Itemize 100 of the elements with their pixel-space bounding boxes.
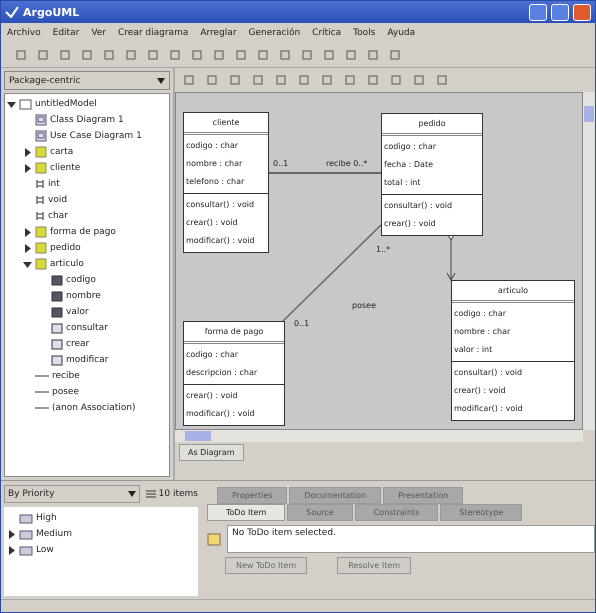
todo-description: No ToDo item selected. (227, 525, 595, 553)
tree-item[interactable]: forma de pago (50, 227, 116, 237)
menu-item[interactable]: Ver (91, 28, 106, 38)
attribute-text: total : int (384, 177, 422, 189)
expander-icon[interactable] (23, 244, 32, 252)
operation-text: consultar() : void (454, 367, 524, 379)
tree-item[interactable]: char (48, 211, 68, 221)
app-logo-icon (5, 6, 19, 18)
menu-item[interactable]: Arreglar (200, 28, 237, 38)
tree-item[interactable]: void (48, 195, 68, 205)
priority-group[interactable]: Low (36, 545, 54, 555)
class-box[interactable]: pedido codigo : char fecha : Date total : int consultar() : void crear() : void (381, 113, 483, 236)
tree-item[interactable]: articulo (50, 259, 84, 269)
attribute-text: codigo : char (186, 349, 240, 361)
class-name: forma de pago (184, 322, 284, 344)
horizontal-scrollbar[interactable] (175, 430, 583, 442)
class-box[interactable]: cliente codigo : char nombre : char telefono : char consultar() : void crear() : void modificar() : void (183, 112, 269, 253)
window-title: ArgoUML (23, 6, 80, 18)
operation-text: consultar() : void (186, 199, 256, 211)
expander-icon[interactable] (23, 260, 32, 268)
expander-icon[interactable] (23, 164, 32, 172)
diagram-tab[interactable]: As Diagram (179, 444, 244, 461)
line-icon (35, 374, 49, 378)
tree-item[interactable]: codigo (66, 275, 96, 285)
menu-item[interactable]: Archivo (7, 28, 41, 38)
tree-item[interactable]: crear (66, 339, 90, 349)
tree-item[interactable]: recibe (52, 371, 80, 381)
caret-icon (157, 78, 165, 84)
member-icon (51, 274, 63, 286)
attribute-text: codigo : char (186, 140, 240, 152)
menu-item[interactable]: Editar (52, 28, 80, 38)
list-icon (146, 489, 156, 499)
attribute-text: valor : int (454, 344, 494, 356)
todo-button[interactable]: New ToDo Item (225, 557, 308, 574)
association-label: recibe 0..* (326, 159, 368, 168)
expander-icon[interactable] (23, 148, 32, 156)
member-icon (51, 306, 63, 318)
caret-icon (128, 491, 136, 497)
close-button[interactable] (573, 4, 591, 20)
menu-item[interactable]: Ayuda (387, 28, 416, 38)
tree-item[interactable]: consultar (66, 323, 108, 333)
expander-icon[interactable] (7, 100, 16, 108)
line-icon (35, 406, 49, 410)
tree-item[interactable]: modificar (66, 355, 108, 365)
priority-group[interactable]: High (36, 513, 57, 523)
operation-text: crear() : void (384, 218, 437, 230)
association-label: posee (352, 301, 376, 310)
vertical-scrollbar[interactable] (583, 92, 595, 430)
attribute-text: fecha : Date (384, 159, 434, 171)
association-label: 1..* (376, 245, 390, 254)
minimize-button[interactable] (529, 4, 547, 20)
tree-item[interactable]: posee (52, 387, 79, 397)
tree-item[interactable]: cliente (50, 163, 80, 173)
tree-item[interactable]: (anon Association) (52, 403, 136, 413)
line-icon (35, 390, 49, 394)
tree-item[interactable]: Use Case Diagram 1 (50, 131, 142, 141)
tree-item[interactable]: carta (50, 147, 74, 157)
association-label: 0..1 (273, 159, 288, 168)
details-tab[interactable]: ToDo Item (207, 504, 286, 521)
menu-item[interactable]: Crítica (312, 28, 342, 38)
priority-group[interactable]: Medium (36, 529, 72, 539)
datatype-icon (35, 211, 45, 221)
attribute-text: codigo : char (384, 141, 438, 153)
class-name: pedido (382, 114, 482, 136)
expander-icon[interactable] (23, 228, 32, 236)
folder-icon (19, 544, 33, 556)
attribute-text: telefono : char (186, 176, 246, 188)
tree-item[interactable]: Class Diagram 1 (50, 115, 124, 125)
attribute-text: nombre : char (186, 158, 244, 170)
menu-item[interactable]: Tools (353, 28, 376, 38)
tree-item[interactable]: int (48, 179, 60, 189)
operation-text: crear() : void (186, 390, 239, 402)
attribute-text: descripcion : char (186, 367, 258, 379)
menu-item[interactable]: Crear diagrama (118, 28, 188, 38)
member-icon (51, 322, 63, 334)
class-box[interactable]: articulo codigo : char nombre : char valor : int consultar() : void crear() : void modificar() : void (451, 280, 575, 421)
association-label: 0..1 (294, 319, 310, 328)
class-box[interactable]: forma de pago codigo : char descripcion : char crear() : void modificar() : void (183, 321, 285, 426)
maximize-button[interactable] (551, 4, 569, 20)
operation-text: modificar() : void (186, 235, 256, 247)
menu-item[interactable]: Generación (248, 28, 300, 38)
folder-icon (19, 98, 32, 110)
operation-text: consultar() : void (384, 200, 454, 212)
grouping-dropdown[interactable]: By Priority (4, 485, 140, 503)
operation-text: modificar() : void (454, 403, 524, 415)
tree-item[interactable]: valor (66, 307, 89, 317)
todo-button[interactable]: Resolve Item (337, 557, 412, 574)
item-count: 10 items (158, 489, 198, 499)
class-name: articulo (452, 281, 574, 303)
operation-text: crear() : void (186, 217, 239, 229)
perspective-dropdown[interactable]: Package-centric (4, 71, 170, 90)
tree-item[interactable]: untitledModel (35, 99, 97, 109)
operation-text: modificar() : void (186, 408, 256, 420)
datatype-icon (35, 195, 45, 205)
member-icon (51, 354, 63, 366)
member-icon (51, 290, 63, 302)
tree-item[interactable]: pedido (50, 243, 81, 253)
tree-item[interactable]: nombre (66, 291, 101, 301)
datatype-icon (35, 179, 45, 189)
class-name: cliente (184, 113, 268, 135)
